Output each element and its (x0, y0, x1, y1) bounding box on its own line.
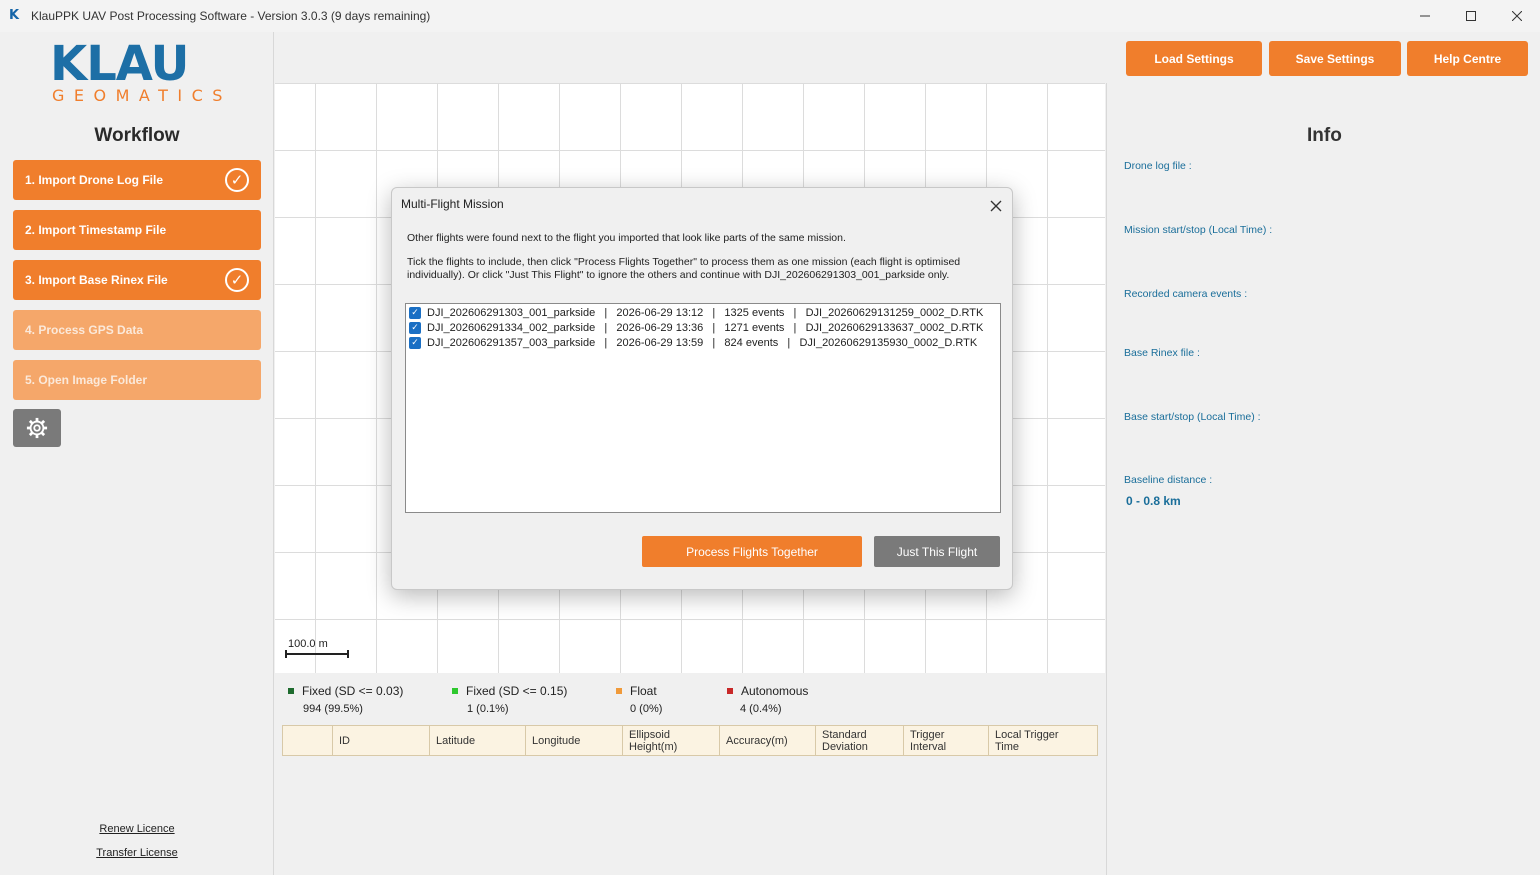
settings-button[interactable] (13, 409, 61, 447)
column-header-local-trigger-time[interactable]: Local Trigger Time (989, 726, 1097, 755)
legend-swatch (727, 687, 733, 694)
legend-count: 994 (99.5%) (303, 703, 363, 715)
dialog-title: Multi-Flight Mission (401, 197, 504, 211)
flight-text: DJI_202606291357_003_parkside | 2026-06-… (427, 336, 978, 349)
flight-list-item[interactable]: ✓ DJI_202606291357_003_parkside | 2026-06… (406, 335, 1000, 350)
title-bar: K KlauPPK UAV Post Processing Software -… (0, 0, 1540, 32)
step-import-timestamp-button[interactable]: 2. Import Timestamp File (13, 210, 261, 250)
legend-label: Fixed (SD <= 0.15) (466, 684, 568, 698)
map-scale-bar: 100.0 m (285, 638, 349, 658)
legend-swatch (288, 687, 294, 694)
step-label: 3. Import Base Rinex File (25, 273, 168, 287)
transfer-license-link[interactable]: Transfer License (0, 847, 274, 859)
app-logo-icon: K (9, 8, 20, 23)
logo-main-text: KLAU (50, 36, 189, 92)
gear-icon (26, 417, 48, 439)
column-header-longitude[interactable]: Longitude (526, 726, 623, 755)
baseline-distance-label: Baseline distance : (1124, 474, 1213, 486)
save-settings-button[interactable]: Save Settings (1269, 41, 1401, 76)
close-icon (1512, 11, 1522, 21)
help-centre-button[interactable]: Help Centre (1407, 41, 1528, 76)
mission-startstop-label: Mission start/stop (Local Time) : (1124, 224, 1273, 236)
checkmark-icon: ✓ (225, 268, 249, 292)
dialog-close-button[interactable] (990, 192, 1002, 217)
step-label: 2. Import Timestamp File (25, 223, 167, 237)
column-header-accuracy[interactable]: Accuracy(m) (720, 726, 816, 755)
step-process-gps-button[interactable]: 4. Process GPS Data (13, 310, 261, 350)
just-this-flight-button[interactable]: Just This Flight (874, 536, 1000, 567)
column-header-standard-deviation[interactable]: Standard Deviation (816, 726, 904, 755)
dialog-instructions-text: Tick the flights to include, then click … (407, 256, 961, 281)
drone-log-label: Drone log file : (1124, 160, 1192, 172)
step-label: 5. Open Image Folder (25, 373, 148, 387)
flights-checklist[interactable]: ✓ DJI_202606291303_001_parkside | 2026-06… (405, 303, 1001, 513)
column-header-latitude[interactable]: Latitude (430, 726, 526, 755)
column-header-trigger-interval[interactable]: Trigger Interval (904, 726, 989, 755)
legend-swatch (616, 687, 622, 694)
checkbox-checked[interactable]: ✓ (409, 336, 421, 349)
flight-list-item[interactable]: ✓ DJI_202606291303_001_parkside | 2026-06… (406, 305, 1000, 320)
checkmark-icon: ✓ (225, 168, 249, 192)
step-open-image-folder-button[interactable]: 5. Open Image Folder (13, 360, 261, 400)
step-import-base-rinex-button[interactable]: 3. Import Base Rinex File ✓ (13, 260, 261, 300)
workflow-sidebar: KLAU GEOMATICS Workflow 1. Import Drone … (0, 32, 274, 875)
step-label: 4. Process GPS Data (25, 323, 144, 337)
legend-label: Autonomous (741, 684, 809, 698)
flight-text: DJI_202606291334_002_parkside | 2026-06-… (427, 321, 984, 334)
minimize-icon (1420, 15, 1430, 17)
maximize-icon (1466, 11, 1476, 21)
column-header-select[interactable] (283, 726, 333, 755)
window-title: KlauPPK UAV Post Processing Software - V… (31, 9, 431, 23)
dialog-intro-text: Other flights were found next to the fli… (407, 232, 846, 244)
load-settings-button[interactable]: Load Settings (1126, 41, 1262, 76)
klau-geomatics-logo: KLAU GEOMATICS (50, 36, 222, 105)
legend-fixed-003: Fixed (SD <= 0.03) (288, 684, 403, 698)
scale-line (285, 650, 349, 658)
step-label: 1. Import Drone Log File (25, 173, 164, 187)
legend-label: Fixed (SD <= 0.03) (302, 684, 404, 698)
flight-list-item[interactable]: ✓ DJI_202606291334_002_parkside | 2026-06… (406, 320, 1000, 335)
minimize-button[interactable] (1402, 0, 1448, 32)
legend-swatch (452, 687, 458, 694)
multi-flight-mission-dialog: Multi-Flight Mission Other flights were … (391, 187, 1013, 590)
column-header-id[interactable]: ID (333, 726, 430, 755)
info-panel: Info Drone log file : Mission start/stop… (1106, 83, 1540, 875)
scale-label: 100.0 m (288, 638, 328, 650)
base-startstop-label: Base start/stop (Local Time) : (1124, 411, 1261, 423)
flight-text: DJI_202606291303_001_parkside | 2026-06-… (427, 306, 984, 319)
legend-count: 1 (0.1%) (467, 703, 509, 715)
close-icon (990, 200, 1002, 212)
camera-events-label: Recorded camera events : (1124, 288, 1248, 300)
column-header-ellipsoid-height[interactable]: Ellipsoid Height(m) (623, 726, 720, 755)
close-window-button[interactable] (1494, 0, 1540, 32)
results-table-header: ID Latitude Longitude Ellipsoid Height(m… (282, 725, 1098, 756)
step-import-drone-log-button[interactable]: 1. Import Drone Log File ✓ (13, 160, 261, 200)
renew-licence-link[interactable]: Renew Licence (0, 823, 274, 835)
checkbox-checked[interactable]: ✓ (409, 321, 421, 334)
logo-sub-text: GEOMATICS (52, 86, 232, 105)
legend-fixed-015: Fixed (SD <= 0.15) (452, 684, 567, 698)
workflow-title: Workflow (94, 125, 180, 146)
maximize-button[interactable] (1448, 0, 1494, 32)
legend-count: 0 (0%) (630, 703, 663, 715)
legend-float: Float (616, 684, 657, 698)
checkbox-checked[interactable]: ✓ (409, 306, 421, 319)
legend-label: Float (630, 684, 657, 698)
baseline-distance-value: 0 - 0.8 km (1126, 494, 1181, 508)
legend-autonomous: Autonomous (727, 684, 808, 698)
process-flights-together-button[interactable]: Process Flights Together (642, 536, 862, 567)
info-title: Info (1307, 125, 1342, 146)
legend-count: 4 (0.4%) (740, 703, 782, 715)
base-rinex-label: Base Rinex file : (1124, 347, 1200, 359)
